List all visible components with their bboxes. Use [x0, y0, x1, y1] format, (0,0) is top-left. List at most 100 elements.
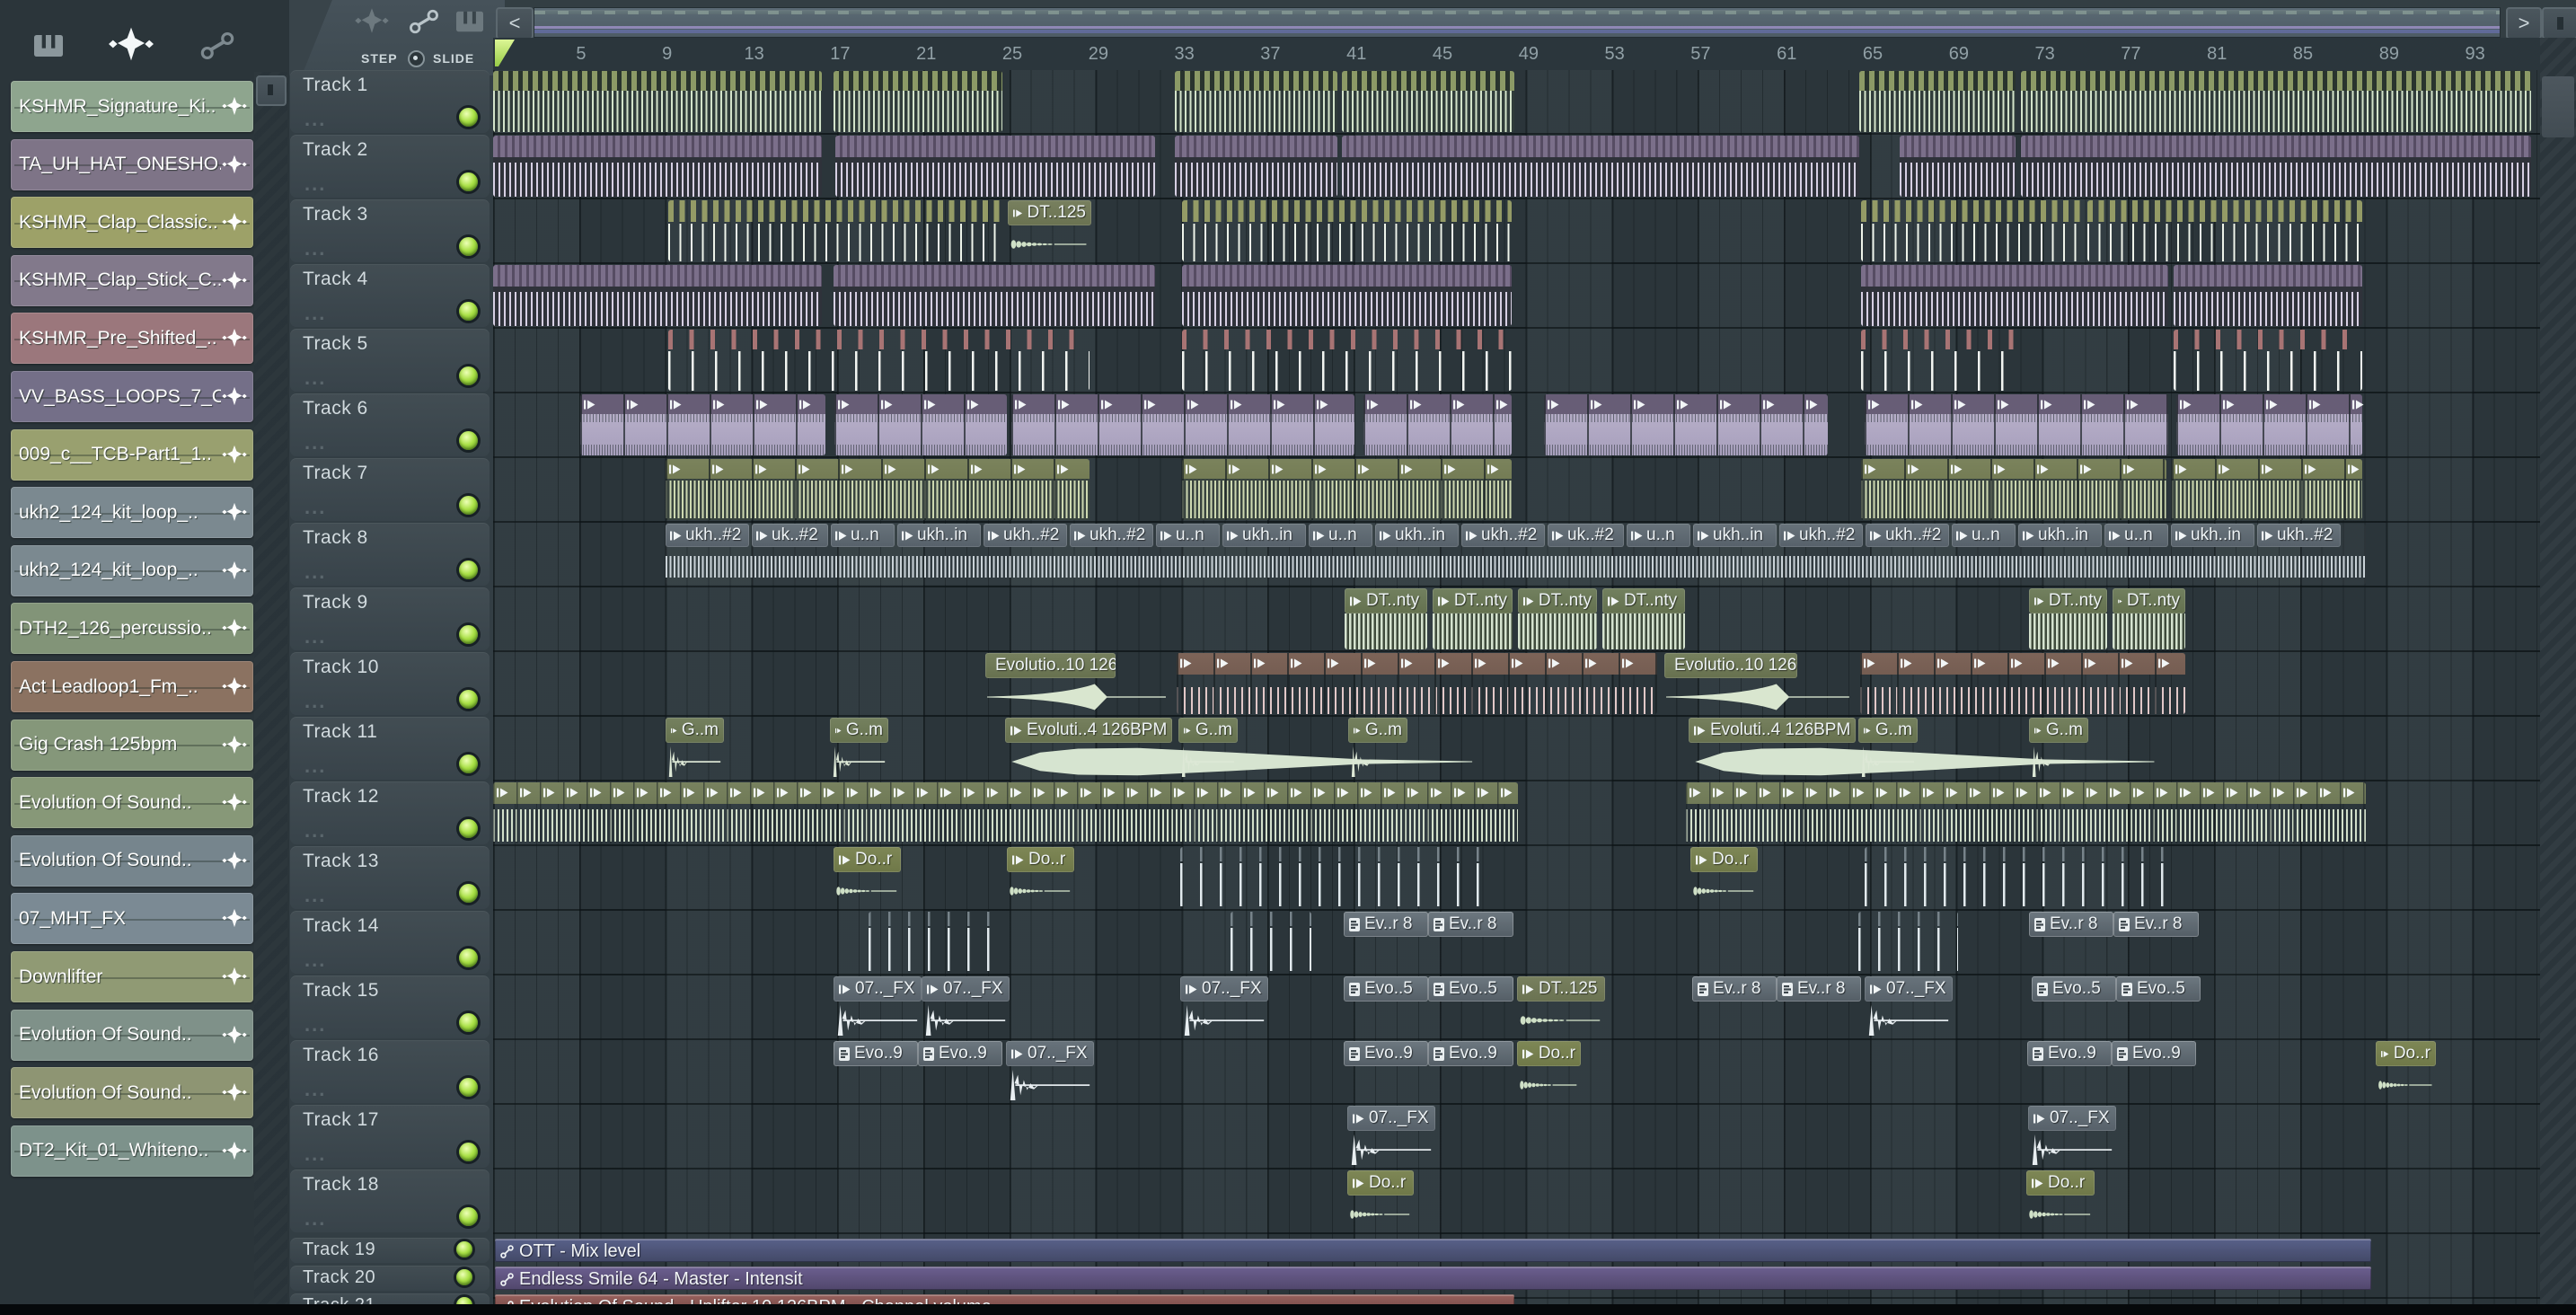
clip[interactable]: Evo..9 [918, 1041, 1002, 1066]
track-mute-led[interactable] [459, 755, 478, 773]
track-mute-led[interactable] [459, 560, 478, 579]
clip[interactable] [1865, 847, 2169, 908]
clip[interactable] [1177, 653, 1657, 714]
clip[interactable] [1182, 200, 1512, 261]
clip[interactable] [1860, 653, 2185, 714]
clip[interactable]: Evo..9 [1344, 1041, 1428, 1066]
track-header[interactable]: Track 14... [290, 911, 490, 974]
clip[interactable]: Ev..r 8 [2029, 912, 2113, 937]
track-header[interactable]: Track 20 [290, 1266, 490, 1291]
clip[interactable]: DT..nty [1345, 588, 1427, 649]
sample-item[interactable]: Act Leadloop1_Fm_.. [11, 661, 253, 712]
clip[interactable]: DT..nty [2113, 588, 2185, 649]
playlist-minimap[interactable] [534, 7, 2501, 38]
track-header[interactable]: Track 1... [290, 70, 490, 133]
clip[interactable]: Evo..9 [1428, 1041, 1513, 1066]
clip[interactable] [1859, 71, 2016, 132]
clip[interactable]: Do..r [1517, 1041, 1581, 1102]
clip[interactable]: G..m [666, 718, 724, 779]
clip[interactable]: Ev..r 8 [1692, 976, 1777, 1002]
track-mute-led[interactable] [459, 884, 478, 903]
track-mute-led[interactable] [459, 690, 478, 709]
clip[interactable] [493, 782, 1518, 843]
clip[interactable] [1861, 265, 2168, 326]
clip[interactable] [493, 136, 822, 197]
track-mute-led[interactable] [459, 237, 478, 256]
clip[interactable] [1182, 459, 1512, 520]
clip[interactable]: Do..r [2376, 1041, 2436, 1102]
sample-item[interactable]: KSHMR_Pre_Shifted_.. [11, 313, 253, 365]
clip[interactable]: Do..r [834, 847, 901, 908]
clip[interactable] [666, 459, 1090, 520]
clip[interactable] [2021, 71, 2531, 132]
clip[interactable] [580, 394, 825, 455]
track-header[interactable]: Track 17... [290, 1105, 490, 1168]
clip[interactable] [1342, 136, 1859, 197]
track-header[interactable]: Track 3... [290, 199, 490, 262]
picker-scrollbar[interactable] [254, 72, 287, 1315]
track-mute-led[interactable] [459, 108, 478, 127]
track-mute-led[interactable] [459, 949, 478, 967]
clip[interactable]: Ev..r 8 [1344, 912, 1428, 937]
sample-item[interactable]: TA_UH_HAT_ONESHO.. [11, 138, 253, 190]
clip[interactable] [1231, 912, 1311, 973]
panel-toggle-button[interactable] [2542, 7, 2576, 40]
clip[interactable] [493, 265, 822, 326]
track-mute-led[interactable] [459, 431, 478, 450]
track-mute-led[interactable] [459, 496, 478, 515]
clip[interactable]: ukh..#2 uk..#2 u..n ukh..in ukh..#2 ukh..#2 u.… [666, 524, 2366, 585]
clip[interactable]: DT..125 [1517, 976, 1605, 1037]
track-mute-led[interactable] [459, 302, 478, 321]
sample-item[interactable]: KSHMR_Clap_Stick_C.. [11, 254, 253, 306]
clip[interactable]: DT..nty [1602, 588, 1685, 649]
track-header[interactable]: Track 10... [290, 652, 490, 715]
track-mute-led[interactable] [459, 819, 478, 838]
clip[interactable]: OTT - Mix level [495, 1239, 2371, 1262]
clip[interactable] [1900, 136, 2016, 197]
sample-item[interactable]: ukh2_124_kit_loop_.. [11, 487, 253, 539]
clip[interactable]: Evo..5 [2116, 976, 2201, 1002]
slide-icon[interactable] [198, 31, 237, 61]
clip[interactable]: 07.._FX [834, 976, 922, 1037]
sample-item[interactable]: Downlifter [11, 951, 253, 1002]
sample-item[interactable]: DTH2_126_percussio.. [11, 603, 253, 655]
clip[interactable] [869, 912, 1003, 973]
track-header[interactable]: Track 15... [290, 975, 490, 1038]
piano-icon[interactable] [32, 32, 65, 59]
clip[interactable] [2021, 136, 2531, 197]
clip[interactable]: G..m [1348, 718, 1407, 779]
track-header[interactable]: Track 7... [290, 458, 490, 521]
track-mute-led[interactable] [459, 625, 478, 644]
clip[interactable] [2087, 200, 2362, 261]
sample-item[interactable]: Evolution Of Sound.. [11, 777, 253, 829]
clip[interactable]: Do..r [1007, 847, 1074, 908]
clip[interactable]: Ev..r 8 [1428, 912, 1513, 937]
clip[interactable] [1865, 394, 2168, 455]
clip[interactable]: Evo..5 [1344, 976, 1428, 1002]
clip[interactable]: Ev..r 8 [1777, 976, 1861, 1002]
track-mute-led[interactable] [456, 1241, 472, 1258]
track-mute-led[interactable] [459, 1143, 478, 1161]
sample-item[interactable]: Evolution Of Sound.. [11, 1009, 253, 1061]
clip[interactable]: Evolutio..10 126BPM [1664, 653, 1855, 714]
clip[interactable]: 07.._FX [1347, 1106, 1435, 1167]
clip[interactable] [834, 394, 1007, 455]
track-mute-led[interactable] [459, 366, 478, 385]
clip[interactable]: Evo..9 [834, 1041, 918, 1066]
clip[interactable] [1861, 330, 2021, 391]
clip[interactable]: Evo..5 [1428, 976, 1513, 1002]
track-header[interactable]: Track 12... [290, 781, 490, 844]
track-header[interactable]: Track 5... [290, 329, 490, 392]
piano-icon[interactable] [456, 11, 483, 32]
clip[interactable]: Endless Smile 64 - Master - Intensit [495, 1266, 2371, 1290]
clip[interactable] [668, 330, 1090, 391]
track-header[interactable]: Track 13... [290, 846, 490, 909]
clip[interactable] [1363, 394, 1512, 455]
vertical-scrollbar[interactable] [2540, 38, 2576, 1304]
track-header[interactable]: Track 19 [290, 1238, 490, 1263]
clip[interactable]: Do..r [2026, 1170, 2095, 1231]
track-mute-led[interactable] [459, 1013, 478, 1032]
track-header[interactable]: Track 18... [290, 1169, 490, 1232]
clip[interactable]: DT..nty [2029, 588, 2107, 649]
slide-icon[interactable] [408, 9, 440, 34]
